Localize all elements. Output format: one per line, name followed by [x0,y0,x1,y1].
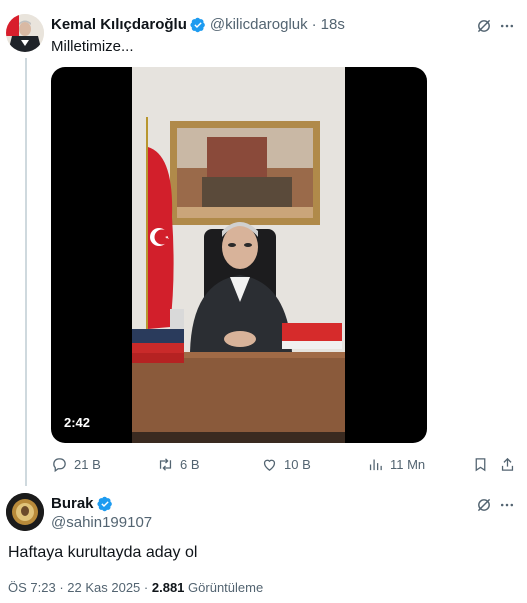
bookmark-icon [475,458,486,472]
avatar[interactable] [6,14,44,52]
reply-time[interactable]: ÖS 7:23 [8,580,56,595]
author-name[interactable]: Kemal Kılıçdaroğlu [51,16,187,33]
retweet-count: 6 B [180,457,200,472]
tweet-text: Milletimize... [51,38,134,55]
thread-line [25,58,27,486]
more-options-icon[interactable] [498,17,516,35]
video-player[interactable]: 2:42 [51,67,427,443]
views-count: 11 Mn [390,457,426,472]
retweet-button[interactable]: 6 B [157,456,200,473]
tweet-meta: ÖS 7:23 · 22 Kas 2025 · 2.881 Görüntülem… [8,580,263,595]
tweet-timestamp[interactable]: 18s [321,16,345,33]
reply-count: 21 B [74,457,101,472]
author-handle[interactable]: @kilicdarogluk [210,16,308,33]
author-handle[interactable]: @sahin199107 [51,514,152,531]
video-duration: 2:42 [64,415,91,430]
retweet-icon [159,458,172,471]
video-thumbnail [132,67,345,443]
grok-icon[interactable] [475,17,493,35]
separator-dot: · [311,16,317,33]
views-button[interactable]: 11 Mn [367,456,425,473]
like-button[interactable]: 10 B [261,456,311,473]
reply-button[interactable]: 21 B [51,456,101,473]
reply-text: Haftaya kurultayda aday ol [8,544,198,561]
more-options-icon[interactable] [498,496,516,514]
avatar[interactable] [6,493,44,531]
share-icon [501,457,514,471]
reply-views-label: Görüntüleme [188,580,264,595]
reply-views-count: 2.881 [151,580,185,595]
bookmark-button[interactable] [472,456,495,473]
heart-icon [263,459,276,471]
grok-icon[interactable] [475,496,493,514]
share-button[interactable] [499,456,522,473]
verified-badge-icon [96,496,113,512]
author-name[interactable]: Burak [51,495,94,512]
reply-icon [53,458,66,473]
like-count: 10 B [284,457,311,472]
separator-dot: · [143,580,152,595]
tweet-actions: 21 B 6 B 10 B 11 Mn [51,456,517,474]
reply-date[interactable]: 22 Kas 2025 [67,580,140,595]
views-icon [369,459,382,471]
verified-badge-icon [190,17,206,33]
